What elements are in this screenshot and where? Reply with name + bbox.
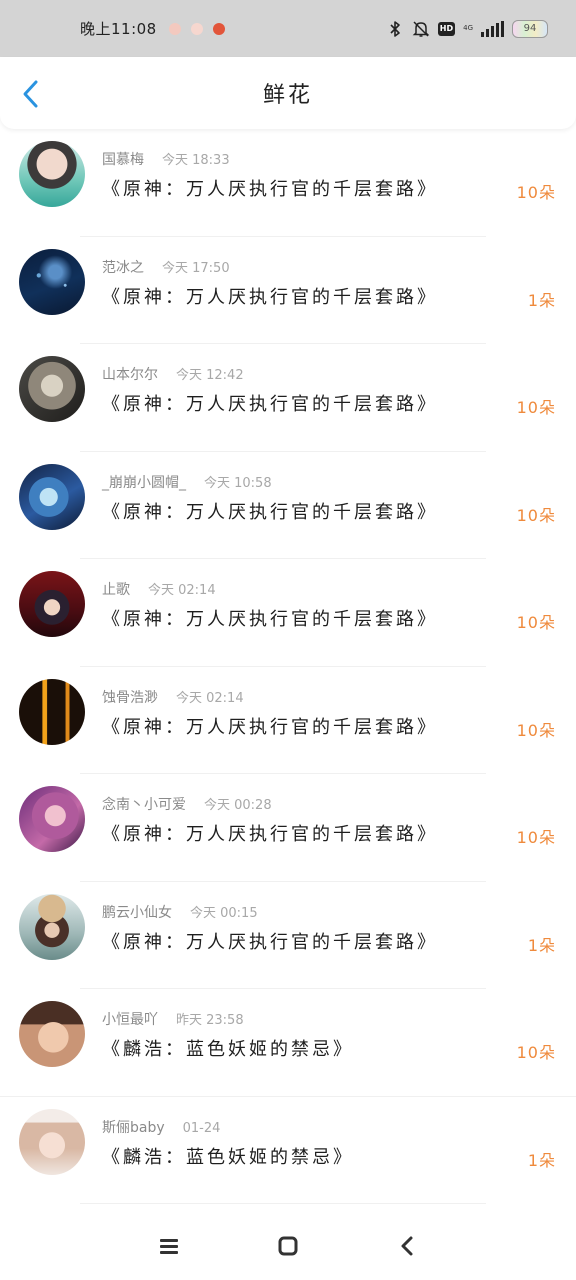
header-bar: 鲜花 — [0, 57, 576, 129]
timestamp: 今天 00:15 — [190, 905, 258, 921]
back-triangle-icon — [401, 1236, 413, 1256]
avatar[interactable] — [19, 678, 85, 745]
avatar[interactable] — [19, 1108, 85, 1175]
username[interactable]: 斯俪baby — [102, 1117, 165, 1137]
chevron-left-icon — [23, 80, 38, 108]
notification-icons — [168, 22, 225, 35]
back-button[interactable] — [16, 79, 46, 109]
home-square-icon — [278, 1236, 298, 1256]
flower-count: 1朵 — [527, 935, 556, 955]
flower-list: 国慕梅 今天 18:33 《原神：万人厌执行官的千层套路》 10朵 范冰之 今天 1… — [0, 129, 576, 1204]
timestamp: 今天 18:33 — [162, 153, 230, 168]
home-button[interactable] — [271, 1229, 305, 1263]
flower-count: 10朵 — [516, 613, 556, 632]
list-item[interactable]: 止歌 今天 02:14 《原神：万人厌执行官的千层套路》 10朵 — [0, 559, 576, 667]
avatar[interactable] — [19, 893, 85, 960]
flower-count: 10朵 — [516, 720, 556, 740]
username[interactable]: 止歌 — [102, 579, 130, 599]
list-item[interactable]: 范冰之 今天 17:50 《原神：万人厌执行官的千层套路》 1朵 — [0, 237, 576, 344]
username[interactable]: _崩崩小圆帽_ — [102, 472, 186, 492]
back-nav-button[interactable] — [390, 1229, 424, 1263]
username[interactable]: 国慕梅 — [102, 149, 144, 169]
book-title[interactable]: 《原神：万人厌执行官的千层套路》 — [102, 283, 438, 309]
signal-icon — [481, 20, 504, 37]
book-title[interactable]: 《原神：万人厌执行官的千层套路》 — [102, 175, 438, 201]
username[interactable]: 蚀骨浩渺 — [102, 687, 158, 707]
divider — [80, 1203, 486, 1204]
avatar[interactable] — [19, 356, 85, 422]
timestamp: 昨天 23:58 — [176, 1013, 244, 1028]
timestamp: 今天 17:50 — [162, 260, 230, 276]
menu-icon — [160, 1239, 179, 1254]
book-title[interactable]: 《麟浩：蓝色妖姬的禁忌》 — [102, 1143, 354, 1169]
book-title[interactable]: 《原神：万人厌执行官的千层套路》 — [102, 390, 438, 416]
username[interactable]: 范冰之 — [102, 257, 144, 277]
avatar[interactable] — [19, 1001, 85, 1067]
flower-count: 10朵 — [516, 398, 556, 417]
status-time: 晚上11:08 — [80, 20, 157, 38]
list-item[interactable]: 国慕梅 今天 18:33 《原神：万人厌执行官的千层套路》 10朵 — [0, 129, 576, 237]
notification-app-icon — [168, 22, 181, 35]
username[interactable]: 鹏云小仙女 — [102, 902, 172, 922]
list-item[interactable]: 鹏云小仙女 今天 00:15 《原神：万人厌执行官的千层套路》 1朵 — [0, 882, 576, 989]
timestamp: 今天 10:58 — [204, 475, 272, 491]
timestamp: 01-24 — [182, 1120, 221, 1136]
status-bar: 晚上11:08 HD 4G 94 — [0, 0, 576, 57]
system-navbar — [0, 1212, 576, 1280]
network-type: 4G — [463, 24, 473, 32]
list-item[interactable]: 念南丶小可爱 今天 00:28 《原神：万人厌执行官的千层套路》 10朵 — [0, 774, 576, 882]
username[interactable]: 山本尔尔 — [102, 364, 158, 384]
book-title[interactable]: 《原神：万人厌执行官的千层套路》 — [102, 713, 438, 739]
flower-count: 1朵 — [527, 1150, 556, 1170]
flower-count: 10朵 — [516, 505, 556, 525]
book-title[interactable]: 《原神：万人厌执行官的千层套路》 — [102, 498, 438, 524]
flower-count: 1朵 — [527, 290, 556, 310]
battery-icon: 94 — [512, 19, 548, 38]
list-item[interactable]: 山本尔尔 今天 12:42 《原神：万人厌执行官的千层套路》 10朵 — [0, 344, 576, 452]
username[interactable]: 小恒最吖 — [102, 1009, 158, 1029]
notification-app-icon — [190, 22, 203, 35]
flower-count: 10朵 — [516, 183, 556, 202]
avatar[interactable] — [19, 248, 85, 315]
book-title[interactable]: 《原神：万人厌执行官的千层套路》 — [102, 928, 438, 954]
flower-count: 10朵 — [516, 828, 556, 847]
hd-icon: HD — [437, 21, 456, 36]
avatar[interactable] — [19, 141, 85, 207]
notification-app-icon — [212, 22, 225, 35]
avatar[interactable] — [19, 571, 85, 637]
list-item[interactable]: 斯俪baby 01-24 《麟浩：蓝色妖姬的禁忌》 1朵 — [0, 1097, 576, 1204]
list-item[interactable]: _崩崩小圆帽_ 今天 10:58 《原神：万人厌执行官的千层套路》 10朵 — [0, 452, 576, 559]
timestamp: 今天 02:14 — [148, 583, 216, 598]
timestamp: 今天 00:28 — [204, 798, 272, 813]
menu-button[interactable] — [152, 1229, 186, 1263]
page-title: 鲜花 — [262, 83, 313, 108]
list-item[interactable]: 小恒最吖 昨天 23:58 《麟浩：蓝色妖姬的禁忌》 10朵 — [0, 989, 576, 1097]
avatar[interactable] — [19, 786, 85, 852]
book-title[interactable]: 《麟浩：蓝色妖姬的禁忌》 — [102, 1035, 354, 1061]
book-title[interactable]: 《原神：万人厌执行官的千层套路》 — [102, 820, 438, 846]
avatar[interactable] — [19, 463, 85, 530]
book-title[interactable]: 《原神：万人厌执行官的千层套路》 — [102, 605, 438, 631]
status-icons: HD 4G 94 — [386, 19, 548, 38]
flower-count: 10朵 — [516, 1043, 556, 1062]
bluetooth-icon — [386, 20, 404, 38]
list-item[interactable]: 蚀骨浩渺 今天 02:14 《原神：万人厌执行官的千层套路》 10朵 — [0, 667, 576, 774]
bell-off-icon — [412, 20, 430, 38]
timestamp: 今天 02:14 — [176, 690, 244, 706]
username[interactable]: 念南丶小可爱 — [102, 794, 186, 814]
timestamp: 今天 12:42 — [176, 368, 244, 383]
